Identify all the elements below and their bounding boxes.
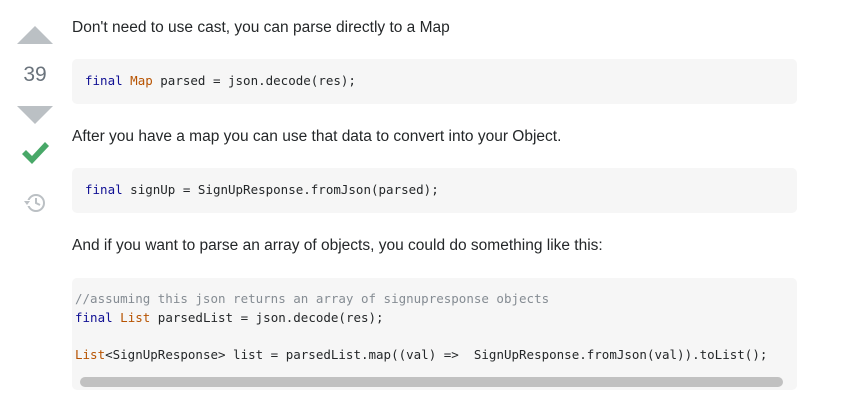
code-type: Map xyxy=(130,73,153,88)
code-text: parsed = json.decode(res); xyxy=(152,73,356,88)
answer-page: 39 Don't need to use cast, you can parse… xyxy=(0,0,864,415)
code-block: final Map parsed = json.decode(res); xyxy=(72,59,797,104)
code-type: List xyxy=(75,347,106,362)
code-line: final signUp = SignUpResponse.fromJson(p… xyxy=(85,182,439,198)
code-text: parsedList = json.decode(res); xyxy=(150,310,384,325)
code-line: List<SignUpResponse> list = parsedList.m… xyxy=(75,347,767,363)
code-type: List xyxy=(120,310,151,325)
code-keyword: final xyxy=(75,310,113,325)
code-text: <SignUpResponse> list = parsedList.map((… xyxy=(105,347,768,362)
downvote-button[interactable] xyxy=(14,102,56,126)
accepted-checkmark-icon xyxy=(19,137,51,169)
code-comment: //assuming this json returns an array of… xyxy=(75,291,550,306)
scrollbar-thumb[interactable] xyxy=(80,377,783,387)
answer-paragraph: Don't need to use cast, you can parse di… xyxy=(72,19,450,36)
code-text: signUp = SignUpResponse.fromJson(parsed)… xyxy=(122,182,439,197)
answer-paragraph: After you have a map you can use that da… xyxy=(72,128,562,145)
code-line: final Map parsed = json.decode(res); xyxy=(85,73,356,89)
code-keyword: final xyxy=(85,182,123,197)
triangle-up-icon xyxy=(17,26,53,44)
upvote-button[interactable] xyxy=(14,22,56,46)
triangle-down-icon xyxy=(17,106,53,124)
horizontal-scrollbar[interactable] xyxy=(80,377,792,387)
code-line: final List parsedList = json.decode(res)… xyxy=(75,310,384,326)
code-keyword: final xyxy=(85,73,123,88)
code-block: final signUp = SignUpResponse.fromJson(p… xyxy=(72,168,797,213)
code-block-scrollable: //assuming this json returns an array of… xyxy=(72,278,797,390)
history-icon[interactable] xyxy=(22,190,48,216)
vote-count: 39 xyxy=(23,63,47,86)
answer-paragraph: And if you want to parse an array of obj… xyxy=(72,237,603,254)
